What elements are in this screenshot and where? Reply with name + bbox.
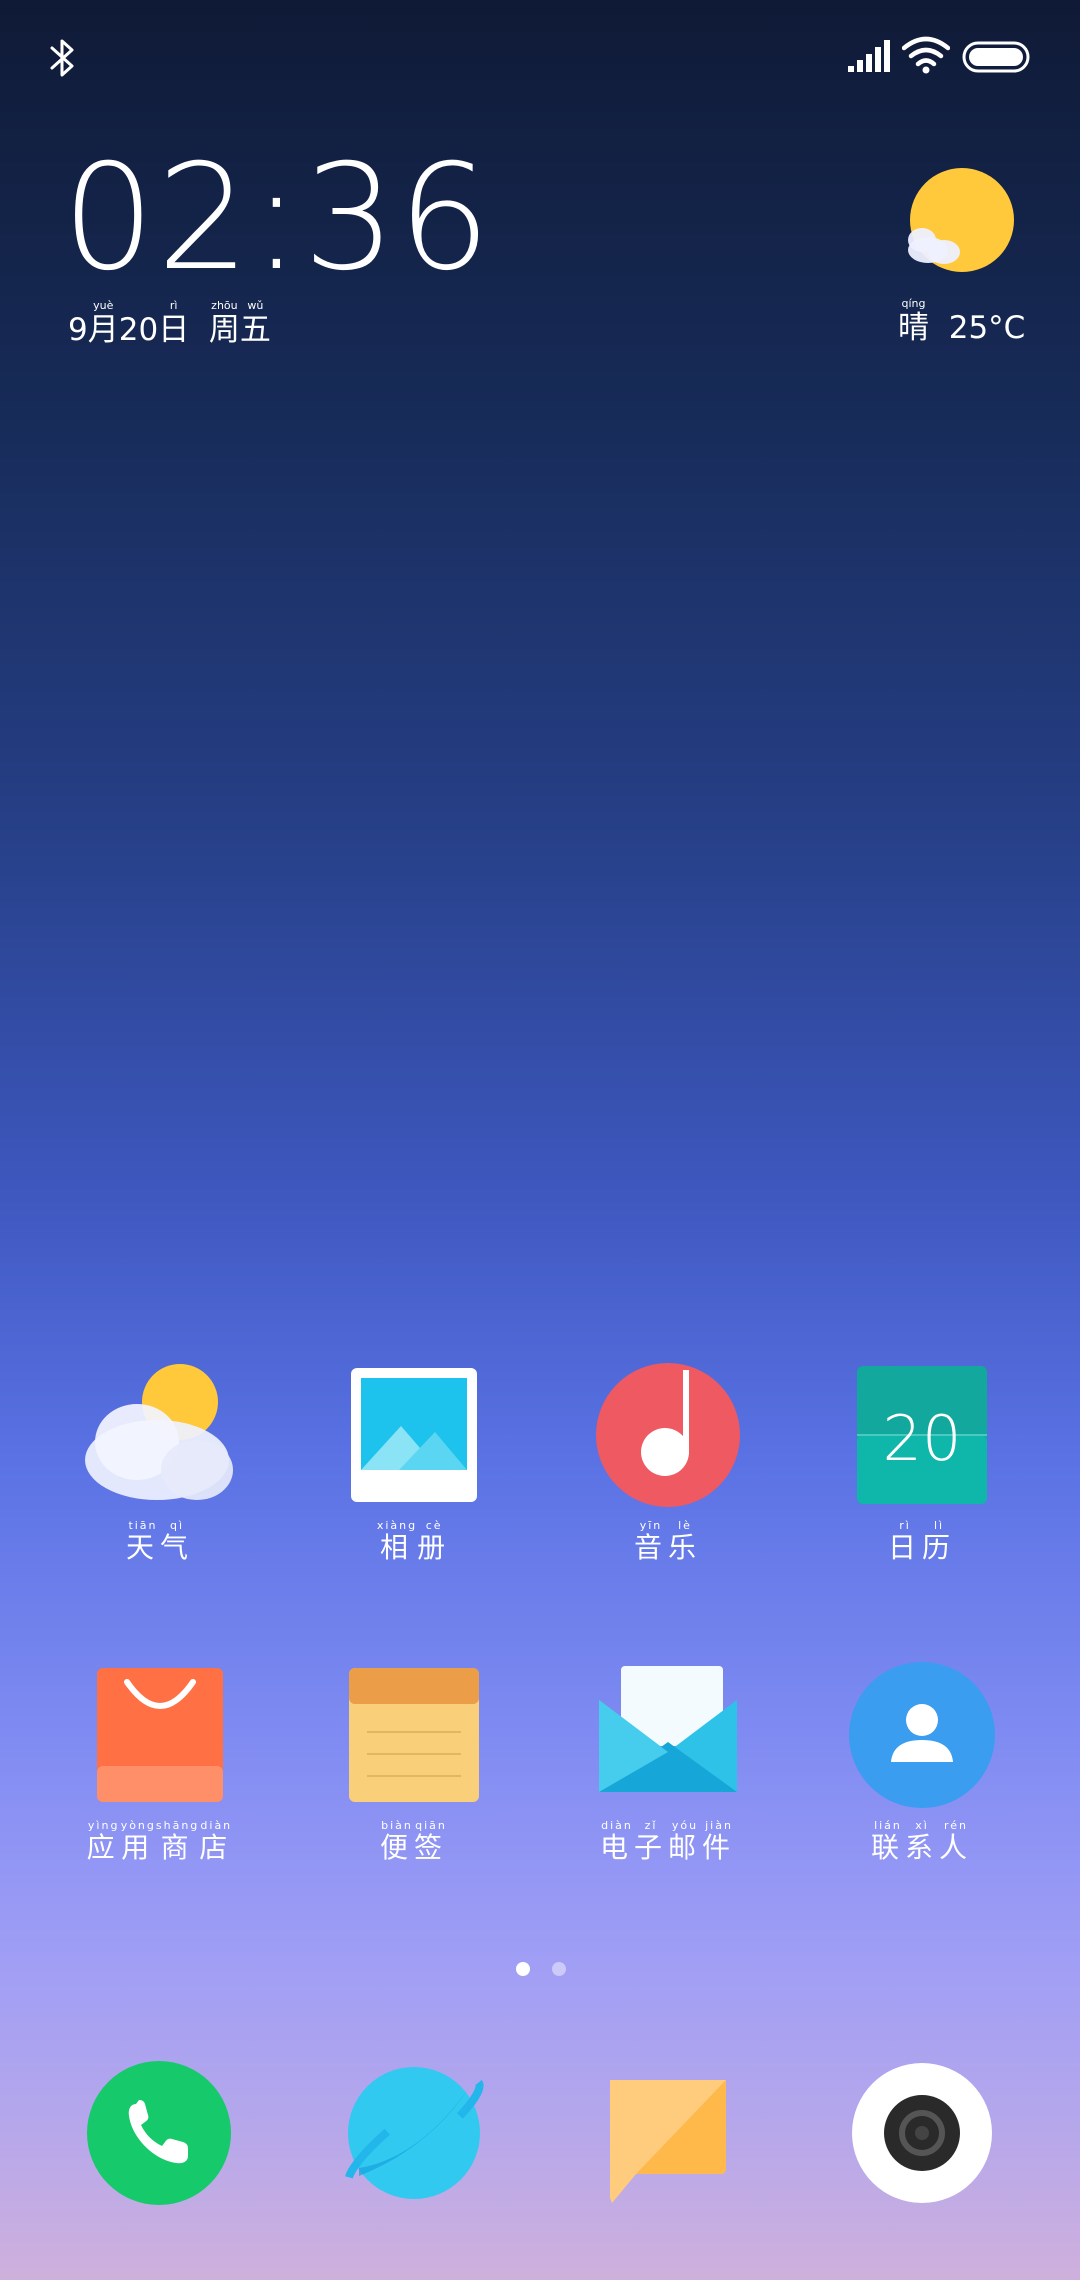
date-char: 月yuè [87,299,119,348]
app-label: 便biàn签qiān [379,1819,449,1864]
sun-cloud-icon[interactable] [900,162,1020,282]
calendar-app-icon: 20 [847,1360,997,1510]
app-notes[interactable]: 便biàn签qiān [304,1660,524,1890]
clock-date[interactable]: 9月yuè20日rì 周zhōu五wǔ [68,299,271,349]
messages-icon [610,2080,726,2203]
app-calendar[interactable]: 20 日rì历lì [812,1360,1032,1590]
app-gallery[interactable]: 相xiàng册cè [304,1360,524,1590]
app-app-store[interactable]: 应yìng用yòng商shāng店diàn [50,1660,270,1890]
wifi-icon [902,36,950,74]
date-segment: 9 [68,312,88,348]
page-dot-active [516,1962,530,1976]
dock-messages-button[interactable] [594,2058,744,2208]
signal-icon [848,40,890,72]
page-indicator[interactable] [512,1962,572,1978]
weather-condition: 晴qíng [898,297,929,346]
clock-time[interactable]: 02:36 [62,145,493,291]
app-music[interactable]: 音yīn乐lè [558,1360,778,1590]
date-char: 周zhōu [208,299,240,348]
email-app-icon [593,1660,743,1810]
app-label: 应yìng用yòng商shāng店diàn [86,1819,234,1864]
app-label: 联lián系xì人rén [870,1819,974,1864]
battery-icon [962,41,1030,73]
status-bar [0,0,1080,120]
notes-app-icon [339,1660,489,1810]
date-char: 五wǔ [239,299,271,348]
weather-summary[interactable]: 晴qíng 25°C [898,297,1026,347]
app-label: 天tiān气qì [125,1519,195,1564]
phone-icon [87,2061,231,2205]
bluetooth-icon [50,39,74,77]
weather-app-icon [85,1360,235,1510]
dock-browser-button[interactable] [339,2058,489,2208]
app-label: 音yīn乐lè [633,1519,703,1564]
date-segment: 20 [118,312,159,348]
app-store-icon [85,1660,235,1810]
app-email[interactable]: 电diàn子zǐ邮yóu件jiàn [558,1660,778,1890]
weather-temperature: 25°C [948,310,1026,346]
page-dot [552,1962,566,1976]
music-app-icon [593,1360,743,1510]
date-char: 日rì [158,299,190,348]
camera-icon [852,2063,992,2203]
dock-phone-button[interactable] [84,2058,234,2208]
app-label: 电diàn子zǐ邮yóu件jiàn [599,1819,737,1864]
date-segment [189,312,209,348]
gallery-app-icon [339,1360,489,1510]
app-label: 相xiàng册cè [376,1519,452,1564]
dock-camera-button[interactable] [847,2058,997,2208]
browser-icon [344,2067,484,2199]
app-contacts[interactable]: 联lián系xì人rén [812,1660,1032,1890]
calendar-day: 20 [883,1402,962,1475]
contacts-app-icon [847,1660,997,1810]
app-weather[interactable]: 天tiān气qì [50,1360,270,1590]
app-label: 日rì历lì [887,1519,957,1564]
